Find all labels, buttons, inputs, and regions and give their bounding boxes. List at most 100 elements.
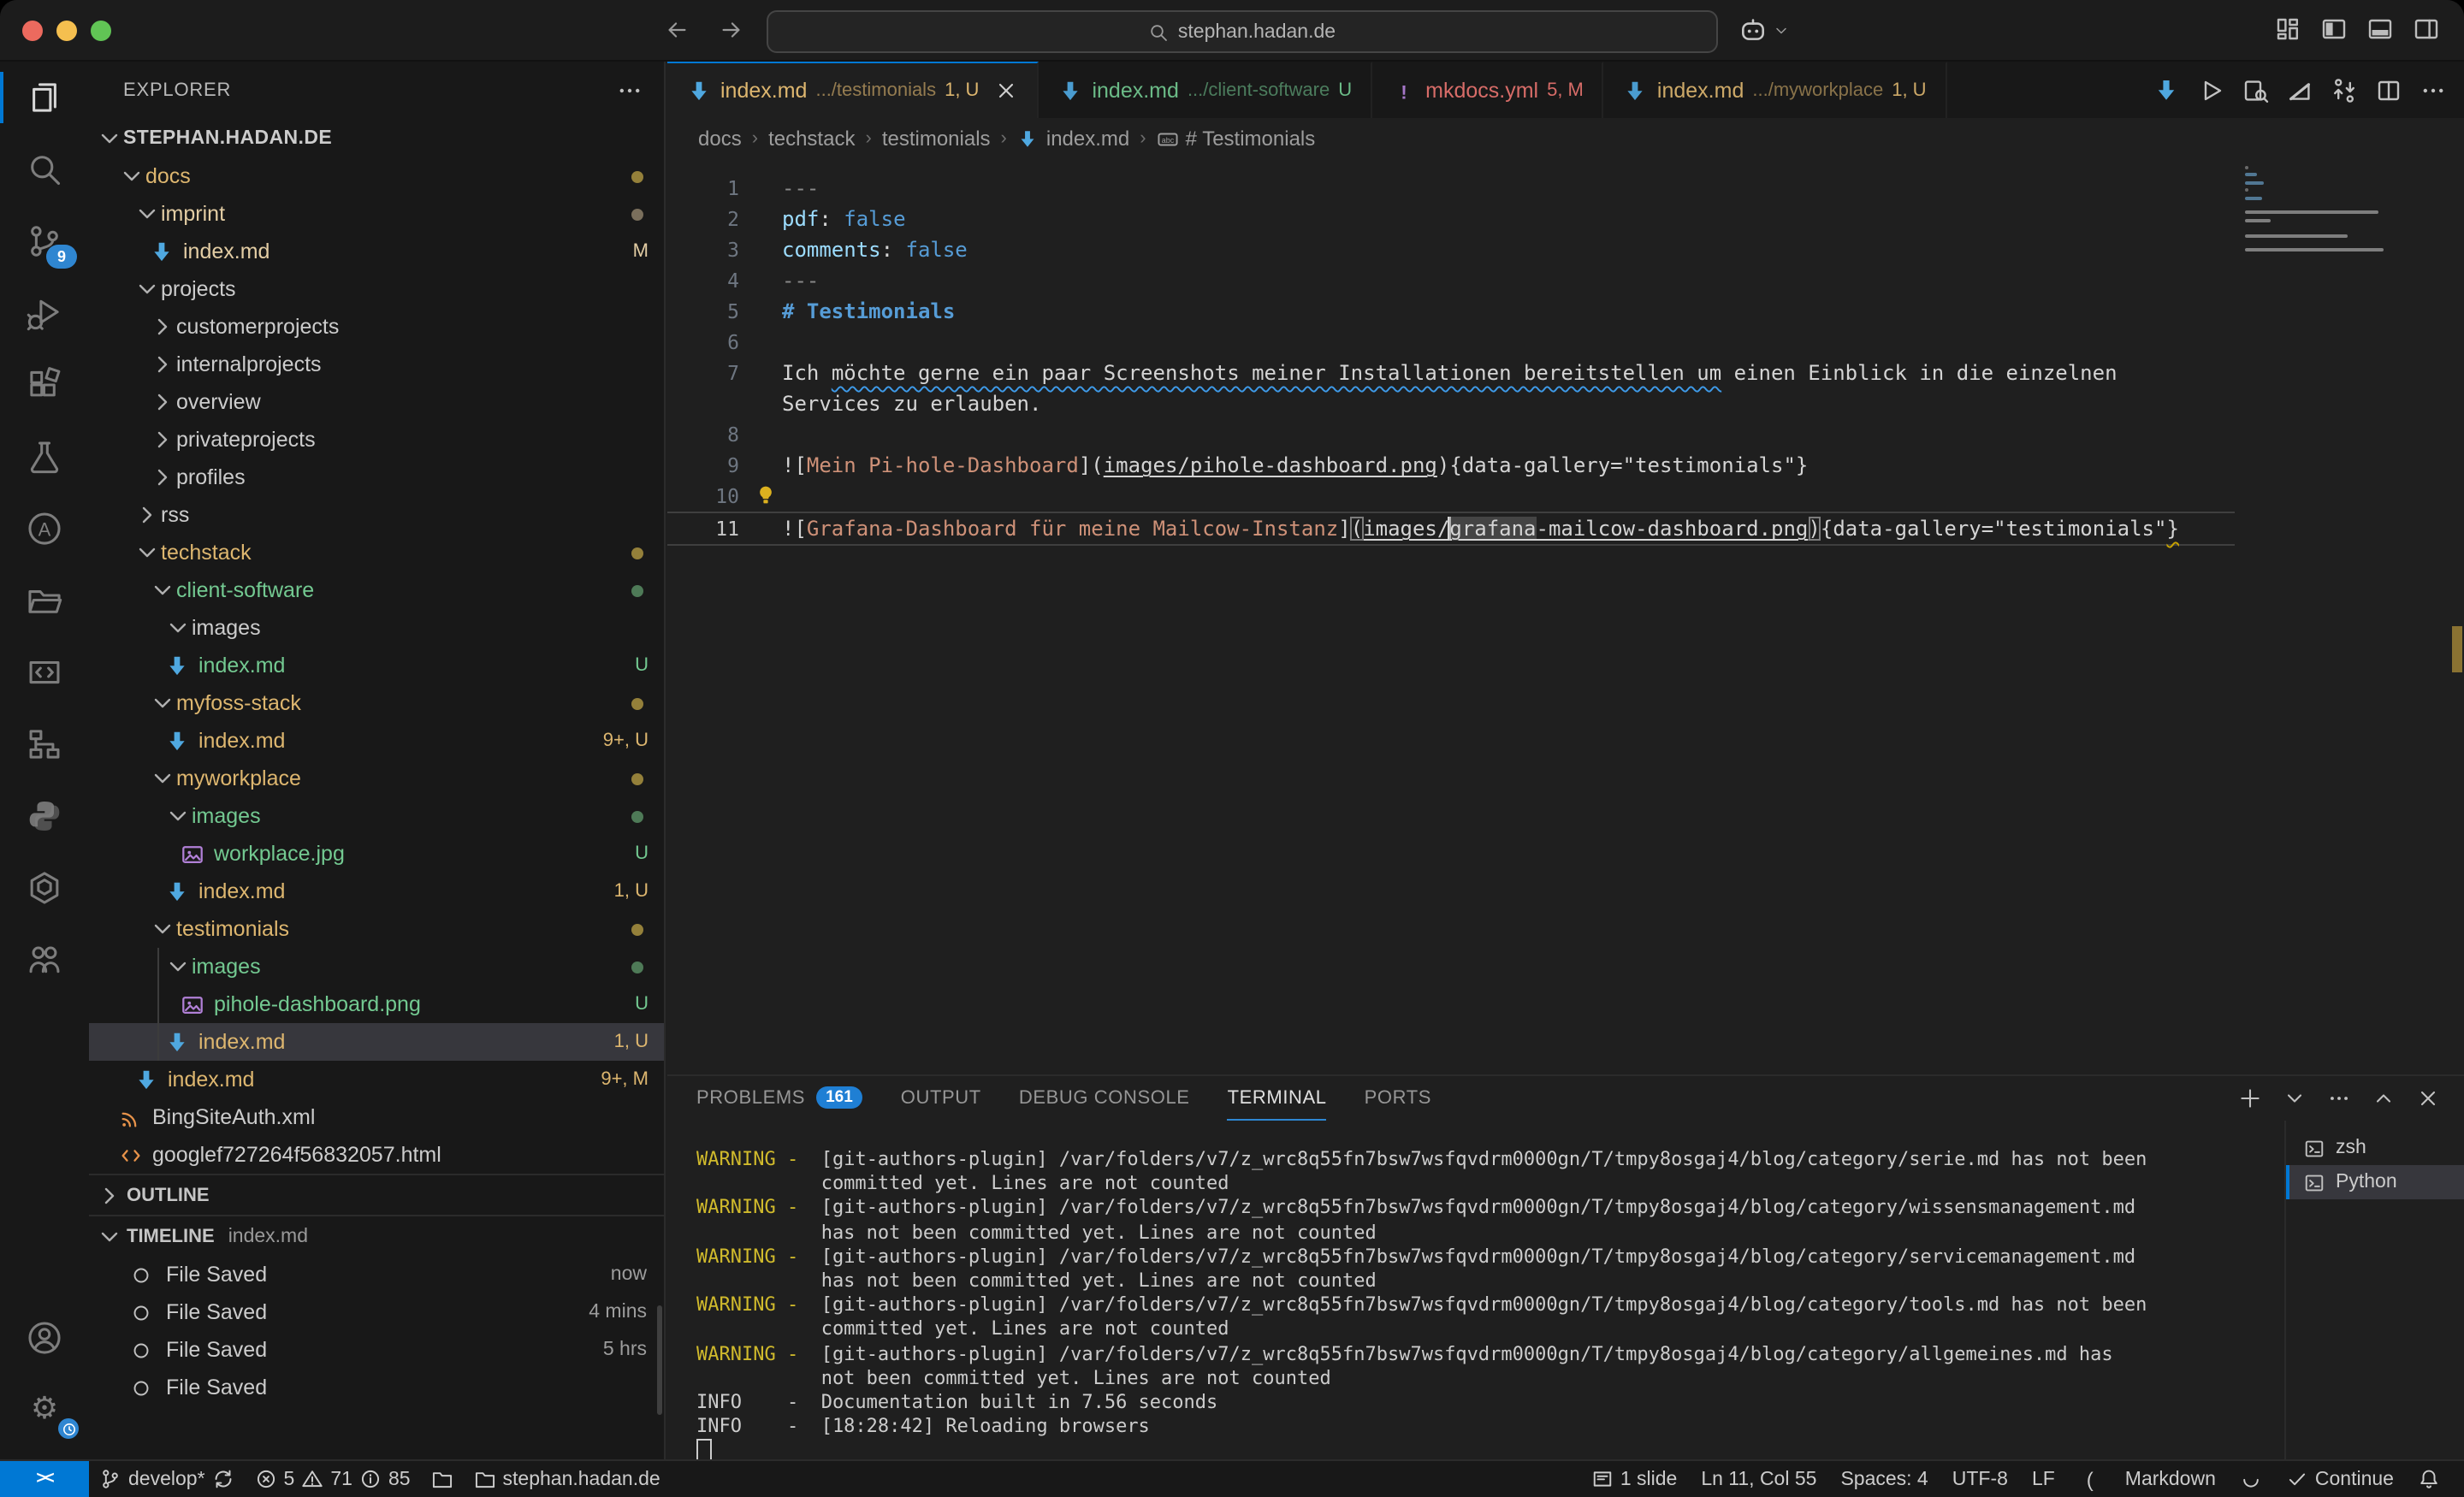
- problems-summary[interactable]: 57185: [245, 1461, 421, 1497]
- tree-item-pihole-dashboard.png[interactable]: pihole-dashboard.pngU: [89, 985, 664, 1023]
- close-button[interactable]: [22, 21, 43, 41]
- open-preview-icon[interactable]: [2242, 76, 2269, 104]
- panel-tab-output[interactable]: OUTPUT: [901, 1076, 981, 1121]
- breadcrumb-item[interactable]: index.md: [1017, 127, 1129, 151]
- tree-item-imprint[interactable]: imprint: [89, 195, 664, 233]
- git-branch[interactable]: develop*: [89, 1461, 245, 1497]
- tree-item-myworkplace[interactable]: myworkplace: [89, 760, 664, 797]
- activity-search-icon[interactable]: [0, 133, 89, 205]
- activity-files-icon[interactable]: [0, 62, 89, 133]
- more-actions-icon[interactable]: [2420, 76, 2447, 104]
- tree-item-testimonials[interactable]: testimonials: [89, 910, 664, 948]
- md-download-icon[interactable]: [2153, 76, 2180, 104]
- activity-live-server-icon[interactable]: [0, 636, 89, 708]
- close-icon[interactable]: [2416, 1086, 2440, 1110]
- tab-mkdocs.yml[interactable]: !mkdocs.yml5, M: [1372, 62, 1604, 118]
- paren-indicator[interactable]: (: [2069, 1461, 2112, 1497]
- lightbulb-icon[interactable]: [755, 484, 777, 506]
- chevron-down-icon[interactable]: [2283, 1086, 2307, 1110]
- split-editor-icon[interactable]: [2375, 76, 2402, 104]
- close-icon[interactable]: [994, 79, 1018, 103]
- minimap[interactable]: [2245, 166, 2447, 256]
- plus-icon[interactable]: [2238, 1086, 2262, 1110]
- terminal-instance-python[interactable]: Python: [2286, 1165, 2464, 1199]
- panel-tab-problems[interactable]: PROBLEMS161: [696, 1076, 863, 1121]
- activity-hexagon-icon[interactable]: [0, 852, 89, 924]
- panel-right-icon[interactable]: [2413, 15, 2440, 43]
- tree-item-index.md[interactable]: index.md1, U: [89, 873, 664, 910]
- tree-item-index.md[interactable]: index.mdU: [89, 647, 664, 684]
- activity-folder-open-icon[interactable]: [0, 565, 89, 636]
- compare-changes-icon[interactable]: [2331, 76, 2358, 104]
- breadcrumb-item[interactable]: techstack: [768, 127, 855, 151]
- tree-item-BingSiteAuth.xml[interactable]: BingSiteAuth.xml: [89, 1098, 664, 1136]
- tab-index.md[interactable]: index.md.../testimonials1, U: [667, 62, 1039, 118]
- activity-account-icon[interactable]: [0, 1302, 89, 1374]
- activity-python-icon[interactable]: [0, 780, 89, 852]
- eol[interactable]: LF: [2022, 1461, 2065, 1497]
- breadcrumb-item[interactable]: docs: [698, 127, 742, 151]
- tree-item-index.md[interactable]: index.md9+, M: [89, 1061, 664, 1098]
- chevron-up-icon[interactable]: [2372, 1086, 2396, 1110]
- breadcrumb-item[interactable]: testimonials: [882, 127, 991, 151]
- panel-bottom-icon[interactable]: [2366, 15, 2394, 43]
- tree-item-internalprojects[interactable]: internalprojects: [89, 346, 664, 383]
- timeline-item[interactable]: File Saved5 hrs: [89, 1331, 664, 1369]
- activity-beaker-icon[interactable]: [0, 421, 89, 493]
- tree-item-index.md[interactable]: index.mdM: [89, 233, 664, 270]
- tree-item-myfoss-stack[interactable]: myfoss-stack: [89, 684, 664, 722]
- run-icon[interactable]: [2197, 76, 2224, 104]
- minimize-button[interactable]: [56, 21, 77, 41]
- chat-icon[interactable]: [1738, 15, 1768, 44]
- kebab-icon[interactable]: [2327, 1086, 2351, 1110]
- terminal-instance-zsh[interactable]: zsh: [2286, 1131, 2464, 1165]
- tree-item-images[interactable]: images: [89, 609, 664, 647]
- tree-item-privateprojects[interactable]: privateprojects: [89, 421, 664, 459]
- slide-count[interactable]: 1 slide: [1581, 1461, 1688, 1497]
- tree-item-client-software[interactable]: client-software: [89, 571, 664, 609]
- folder-button[interactable]: [421, 1461, 464, 1497]
- markdownlint-icon[interactable]: [2286, 76, 2313, 104]
- panel-tab-terminal[interactable]: TERMINAL: [1228, 1076, 1327, 1121]
- tab-index.md[interactable]: index.md.../myworkplace1, U: [1604, 62, 1947, 118]
- tree-item-googlef727264f56832057.html[interactable]: googlef727264f56832057.html: [89, 1136, 664, 1174]
- terminal-output[interactable]: WARNING - [git-authors-plugin] /var/fold…: [667, 1121, 2284, 1459]
- timeline-item[interactable]: File Saved: [89, 1369, 664, 1406]
- back-icon[interactable]: [664, 17, 690, 43]
- tree-item-index.md[interactable]: index.md1, U: [89, 1023, 664, 1061]
- timeline-section-header[interactable]: TIMELINE index.md: [89, 1215, 664, 1256]
- timeline-item[interactable]: File Saved4 mins: [89, 1293, 664, 1331]
- breadcrumb-item[interactable]: abc# Testimonials: [1157, 127, 1316, 151]
- tree-item-index.md[interactable]: index.md9+, U: [89, 722, 664, 760]
- indentation[interactable]: Spaces: 4: [1830, 1461, 1938, 1497]
- spinner-indicator[interactable]: [2230, 1461, 2272, 1497]
- language-mode[interactable]: Markdown: [2115, 1461, 2226, 1497]
- tree-item-workplace.jpg[interactable]: workplace.jpgU: [89, 835, 664, 873]
- zoom-button[interactable]: [91, 21, 111, 41]
- panel-left-icon[interactable]: [2320, 15, 2348, 43]
- forward-icon[interactable]: [719, 17, 744, 43]
- layout-grid-icon[interactable]: [2274, 15, 2301, 43]
- tree-item-projects[interactable]: projects: [89, 270, 664, 308]
- tree-item-docs[interactable]: docs: [89, 157, 664, 195]
- remote-indicator[interactable]: ><: [0, 1461, 89, 1497]
- tree-item-profiles[interactable]: profiles: [89, 459, 664, 496]
- outline-section-header[interactable]: OUTLINE: [89, 1174, 664, 1215]
- editor[interactable]: 1---2pdf: false3comments: false4---5# Te…: [667, 159, 2464, 1074]
- activity-a-circle-icon[interactable]: A: [0, 493, 89, 565]
- tree-item-customerprojects[interactable]: customerprojects: [89, 308, 664, 346]
- panel-tab-ports[interactable]: PORTS: [1365, 1076, 1431, 1121]
- activity-gear-icon[interactable]: ⚙: [0, 1374, 89, 1446]
- tree-item-images[interactable]: images: [89, 948, 664, 985]
- activity-run-debug-icon[interactable]: [0, 277, 89, 349]
- activity-hierarchy-icon[interactable]: [0, 708, 89, 780]
- sidebar-scrollbar[interactable]: [657, 1305, 662, 1415]
- tree-item-techstack[interactable]: techstack: [89, 534, 664, 571]
- tab-index.md[interactable]: index.md.../client-softwareU: [1039, 62, 1372, 118]
- activity-people-icon[interactable]: [0, 924, 89, 996]
- cursor-position[interactable]: Ln 11, Col 55: [1691, 1461, 1827, 1497]
- activity-extensions-icon[interactable]: [0, 349, 89, 421]
- tree-root[interactable]: STEPHAN.HADAN.DE: [89, 120, 664, 157]
- notifications-bell[interactable]: [2408, 1461, 2450, 1497]
- timeline-item[interactable]: File Savednow: [89, 1256, 664, 1293]
